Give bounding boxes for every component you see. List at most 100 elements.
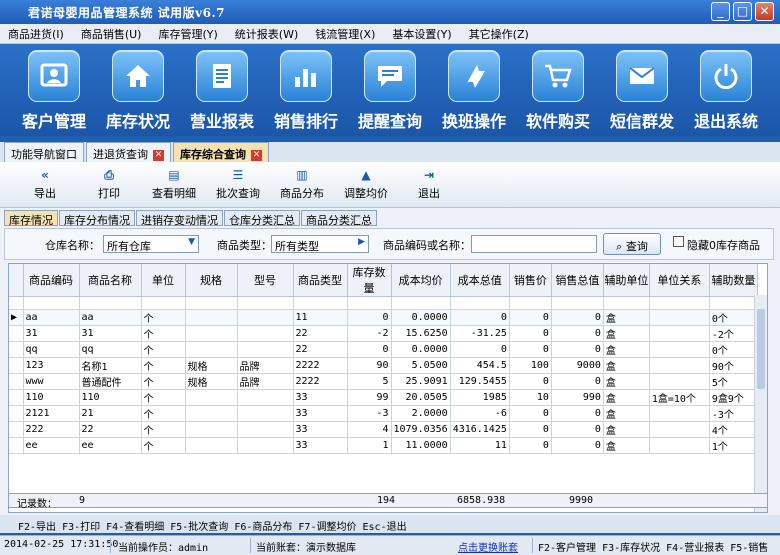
customer-button[interactable]: 客户管理 (12, 44, 96, 136)
tab-stock-status[interactable]: 库存情况 (4, 210, 58, 227)
table-cell: 10 (509, 389, 552, 406)
purchase-software-button[interactable]: 软件购买 (516, 44, 600, 136)
warehouse-label: 仓库名称： (45, 239, 100, 252)
table-cell: 90 (347, 357, 392, 374)
product-distribution-button[interactable]: ▥ 商品分布 (276, 168, 328, 201)
col-model[interactable]: 型号 (237, 264, 294, 297)
tab-stock-distribution[interactable]: 库存分布情况 (59, 210, 135, 227)
table-cell: 123 (23, 357, 80, 374)
inventory-status-button[interactable]: 库存状况 (96, 44, 180, 136)
table-row[interactable]: ee ee 个 33 1 11.0000 11 0 0 盒 1个 (9, 437, 758, 454)
col-unit-relation[interactable]: 单位关系 (649, 264, 710, 297)
table-row[interactable]: 2121 21 个 33 -3 2.0000 -6 0 0 盒 -3个 (9, 405, 758, 422)
col-type[interactable]: 商品类型 (293, 264, 348, 297)
bar-chart-icon (280, 50, 332, 102)
tab-category-summary[interactable]: 商品分类汇总 (301, 210, 377, 227)
table-cell: 0 (551, 421, 604, 438)
col-name[interactable]: 商品名称 (79, 264, 142, 297)
col-aux-unit[interactable]: 辅助单位 (603, 264, 650, 297)
table-cell: 品牌 (237, 357, 294, 374)
reminder-query-button[interactable]: 提醒查询 (348, 44, 432, 136)
table-cell: ee (79, 437, 142, 454)
tab-purchase-query[interactable]: 进退货查询 ✕ (86, 142, 171, 162)
table-cell: 0 (551, 325, 604, 342)
table-cell (649, 357, 710, 374)
table-row[interactable]: 31 31 个 22 -2 15.6250 -31.25 0 0 盒 -2个 (9, 325, 758, 342)
up-triangle-icon: ▲ (361, 168, 371, 182)
tab-inventory-query[interactable]: 库存综合查询 ✕ (173, 142, 269, 162)
table-cell: qq (23, 341, 80, 358)
exit-system-button[interactable]: 退出系统 (684, 44, 768, 136)
print-button[interactable]: ⎙ 打印 (94, 168, 124, 201)
table-cell (185, 325, 238, 342)
maximize-button[interactable]: □ (733, 2, 752, 21)
close-tab-icon[interactable]: ✕ (251, 149, 262, 161)
menu-inventory[interactable]: 库存管理(Y) (158, 26, 217, 42)
tab-stock-changes[interactable]: 进销存变动情况 (136, 210, 223, 227)
business-report-button[interactable]: 营业报表 (180, 44, 264, 136)
menu-purchase[interactable]: 商品进货(I) (8, 26, 64, 42)
adjust-price-button[interactable]: ▲ 调整均价 (340, 168, 392, 201)
hide-zero-checkbox[interactable] (673, 236, 684, 247)
book-icon: ▥ (296, 168, 308, 182)
table-cell: 0 (551, 405, 604, 422)
table-cell: 盒 (603, 405, 650, 422)
record-count-label: 记录数： (17, 499, 57, 510)
scroll-thumb[interactable] (757, 309, 765, 389)
table-row[interactable]: qq qq 个 22 0 0.0000 0 0 0 盒 0个 (9, 341, 758, 358)
table-cell: 盒 (603, 325, 650, 342)
sales-ranking-button[interactable]: 销售排行 (264, 44, 348, 136)
view-detail-button[interactable]: ▤ 查看明细 (148, 168, 200, 201)
tab-warehouse-summary[interactable]: 仓库分类汇总 (224, 210, 300, 227)
warehouse-select[interactable]: 所有仓库 ▼ (103, 235, 199, 253)
table-cell: 25.9091 (391, 373, 451, 390)
col-cost-total[interactable]: 成本总值 (450, 264, 510, 297)
close-tab-icon[interactable]: ✕ (153, 149, 164, 161)
row-indicator (9, 389, 24, 406)
col-qty[interactable]: 库存数量 (347, 264, 392, 297)
shift-change-button[interactable]: 换班操作 (432, 44, 516, 136)
export-button[interactable]: «导出 (30, 168, 60, 201)
table-cell: 222 (23, 421, 80, 438)
status-account: 当前账套：演示数据库 (256, 543, 356, 554)
sms-broadcast-button[interactable]: 短信群发 (600, 44, 684, 136)
menu-settings[interactable]: 基本设置(Y) (392, 26, 451, 42)
table-row[interactable]: www 普通配件个规格 品牌 2222 5 25.9091 129.5455 0 0 盒 5个 (9, 373, 758, 390)
col-spec[interactable]: 规格 (185, 264, 238, 297)
table-row[interactable]: 222 22 个 33 4 1079.0356 4316.1425 0 0 盒 4个 (9, 421, 758, 438)
close-button[interactable]: ✕ (755, 2, 774, 21)
type-select[interactable]: 所有类型 ▶ (271, 235, 369, 253)
batch-query-button[interactable]: ☰ 批次查询 (212, 168, 264, 201)
menu-sales[interactable]: 商品销售(U) (81, 26, 142, 42)
col-sales-total[interactable]: 销售总值 (551, 264, 604, 297)
col-aux-qty[interactable]: 辅助数量 (709, 264, 758, 297)
table-cell: www (23, 373, 80, 390)
minimize-button[interactable]: _ (711, 2, 730, 21)
table-cell: 11 (293, 309, 348, 326)
col-unit[interactable]: 单位 (141, 264, 186, 297)
table-cell: 普通配件 (79, 373, 142, 390)
col-avg-cost[interactable]: 成本均价 (391, 264, 451, 297)
table-cell: -3 (347, 405, 392, 422)
table-row[interactable]: 123 名称1 个规格 品牌 2222 90 5.0500 454.5 100 9000 盒 90个 (9, 357, 758, 374)
menu-cashflow[interactable]: 钱流管理(X) (315, 26, 375, 42)
table-cell: 4 (347, 421, 392, 438)
table-cell: 11.0000 (391, 437, 451, 454)
query-button[interactable]: ⌕ 查询 (603, 233, 661, 255)
main-toolbar: 客户管理 库存状况 营业报表 销售排行 提醒查询 换班操作 软件购买 短信群发 … (0, 44, 780, 136)
code-input[interactable] (471, 235, 597, 253)
table-row[interactable]: ▶ aa aa 个 11 0 0.0000 0 0 0 盒 0个 (9, 309, 758, 326)
exit-button[interactable]: ⇥ 退出 (414, 168, 444, 201)
vertical-scrollbar[interactable] (754, 295, 767, 512)
col-price[interactable]: 销售价 (509, 264, 552, 297)
tab-navigation[interactable]: 功能导航窗口 (4, 142, 84, 162)
table-cell: 33 (293, 421, 348, 438)
menu-other[interactable]: 其它操作(Z) (469, 26, 529, 42)
table-cell: 31 (79, 325, 142, 342)
col-code[interactable]: 商品编码 (23, 264, 80, 297)
table-cell: 0 (551, 309, 604, 326)
menu-reports[interactable]: 统计报表(W) (235, 26, 298, 42)
switch-account-link[interactable]: 点击更换账套 (458, 539, 518, 554)
chevron-down-icon: ▼ (188, 237, 195, 247)
table-row[interactable]: 110 110 个 33 99 20.0505 1985 10 990 盒 1盒=10个 9盒9个 (9, 389, 758, 406)
